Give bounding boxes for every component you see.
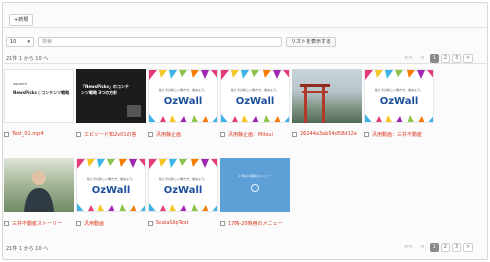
media-card[interactable]: 「NewsPicks」のコンテンツ戦略 3つの方針 エピソード知2v01の答 [76,69,146,138]
ozwall-logo: OzWall [163,185,203,196]
media-title[interactable]: Test_01.mp4 [12,131,44,137]
media-card[interactable]: 私たちの新しい働き方、始めよう。 OzWall ScalaSlipTest [148,158,218,226]
card-caption: 汎用動画：三井不動産 [364,131,444,138]
media-title[interactable]: エピソード知2v01の答 [84,131,137,138]
media-card[interactable]: 私たちの新しい働き方、始めよう。 OzWall 汎用動画：三井不動産 [364,69,434,138]
media-title[interactable]: 汎用動画：三井不動産 [372,131,422,138]
select-checkbox[interactable] [148,220,153,226]
card-caption: 三井不動産ストーリー [4,220,84,227]
select-checkbox[interactable] [220,132,225,137]
media-card[interactable]: 私たちの新しい働き方、始めよう。 OzWall 汎用静止画 [148,69,218,138]
page-1-button[interactable]: 1 [429,54,439,63]
select-checkbox[interactable] [76,132,81,137]
ozwall-logo: OzWall [235,96,275,107]
media-title[interactable]: 26244a3ab54d58d12e [300,131,357,137]
thumbnail[interactable] [4,158,74,212]
first-page-button[interactable]: << [401,243,415,252]
result-info-top: 21件 1 から 10 へ [6,56,49,62]
media-card[interactable]: 三井不動産ストーリー [4,158,74,227]
thumbnail[interactable]: 私たちの新しい働き方、始めよう。 OzWall [148,158,218,212]
shrine-photo [300,84,330,123]
thumbnail[interactable]: 17時-20時用のメニュー [220,158,290,212]
media-title[interactable]: 三井不動産ストーリー [12,220,62,227]
page-2-button[interactable]: 2 [440,243,450,252]
ozwall-logo: OzWall [91,185,131,196]
first-page-button[interactable]: << [401,54,415,63]
thumb-title: 「NewsPicks」のコンテンツ戦略 3つの方針 [81,84,129,95]
page-3-button[interactable]: 3 [451,54,462,63]
ozwall-subtitle: 私たちの新しい働き方、始めよう。 [87,177,135,181]
media-grid: GROWTH NewsPicks | コンテンツ戦略 Test_01.mp4 「… [4,63,486,236]
card-caption: 汎用動画 [76,220,156,227]
card-caption: 17時-20時用のメニュー [220,220,300,227]
thumb-logo: GROWTH [13,82,27,86]
card-caption: 汎用静止画：Mitsui [220,131,300,138]
thumb-title: 17時-20時用のメニュー [238,174,272,178]
ozwall-subtitle: 私たちの新しい働き方、始めよう。 [159,88,207,92]
ozwall-subtitle: 私たちの新しい働き方、始めよう。 [375,88,423,92]
select-checkbox[interactable] [364,132,369,137]
select-checkbox[interactable] [148,132,153,137]
media-card[interactable]: 26244a3ab54d58d12e [292,69,362,137]
card-caption: 汎用静止画 [148,131,228,138]
select-checkbox[interactable] [292,131,297,137]
thumbnail[interactable]: 私たちの新しい働き方、始めよう。 OzWall [220,69,290,123]
per-page-value: 10 [10,39,17,45]
circle-icon [251,184,259,192]
card-caption: エピソード知2v01の答 [76,131,156,138]
pagination-bottom: << < 1 2 3 > [401,243,474,252]
thumbnail[interactable]: 私たちの新しい働き方、始めよう。 OzWall [364,69,434,123]
toolbar: +新規 [4,4,486,28]
thumbnail[interactable]: 私たちの新しい働き方、始めよう。 OzWall [148,69,218,123]
media-card[interactable]: 17時-20時用のメニュー 17時-20時用のメニュー [220,158,290,227]
search-input[interactable]: 検索 [38,37,282,47]
ozwall-logo: OzWall [163,96,203,107]
media-title[interactable]: ScalaSlipTest [156,220,188,226]
select-checkbox[interactable] [76,221,81,226]
page-2-button[interactable]: 2 [440,54,450,63]
card-caption: Test_01.mp4 [4,131,84,137]
media-title[interactable]: 17時-20時用のメニュー [228,220,283,227]
next-page-button[interactable]: > [463,243,474,252]
thumbnail[interactable]: 私たちの新しい働き方、始めよう。 OzWall [76,158,146,212]
media-card[interactable]: GROWTH NewsPicks | コンテンツ戦略 Test_01.mp4 [4,69,74,137]
media-card[interactable]: 私たちの新しい働き方、始めよう。 OzWall 汎用動画 [76,158,146,227]
prev-page-button[interactable]: < [417,243,427,252]
thumb-title: NewsPicks | コンテンツ戦略 [13,90,70,95]
media-title[interactable]: 汎用動画 [84,220,104,227]
prev-page-button[interactable]: < [417,54,427,63]
media-card[interactable]: 私たちの新しい働き方、始めよう。 OzWall 汎用静止画：Mitsui [220,69,290,138]
card-caption: 26244a3ab54d58d12e [292,131,372,137]
chevron-down-icon: ▾ [27,39,30,45]
next-page-button[interactable]: > [463,54,474,63]
show-list-button[interactable]: リストを表示する [286,37,337,47]
page-1-button[interactable]: 1 [429,243,439,252]
thumbnail[interactable] [292,69,362,123]
select-checkbox[interactable] [4,221,9,226]
per-page-select[interactable]: 10 ▾ [6,37,34,47]
pagination-top: << < 1 2 3 > [401,54,474,63]
card-caption: ScalaSlipTest [148,220,228,226]
media-title[interactable]: 汎用静止画 [156,131,181,138]
ozwall-logo: OzWall [379,96,419,107]
select-checkbox[interactable] [4,131,9,137]
new-button[interactable]: +新規 [9,14,34,26]
thumbnail[interactable]: 「NewsPicks」のコンテンツ戦略 3つの方針 [76,69,146,123]
speaker-photo [127,105,141,117]
thumbnail[interactable]: GROWTH NewsPicks | コンテンツ戦略 [4,69,74,123]
media-title[interactable]: 汎用静止画：Mitsui [228,131,273,138]
page-3-button[interactable]: 3 [451,243,462,252]
ozwall-subtitle: 私たちの新しい働き方、始めよう。 [159,177,207,181]
result-info-bottom: 21件 1 から 10 へ [6,246,49,252]
ozwall-subtitle: 私たちの新しい働き方、始めよう。 [231,88,279,92]
person-photo [24,171,54,212]
select-checkbox[interactable] [220,221,225,226]
